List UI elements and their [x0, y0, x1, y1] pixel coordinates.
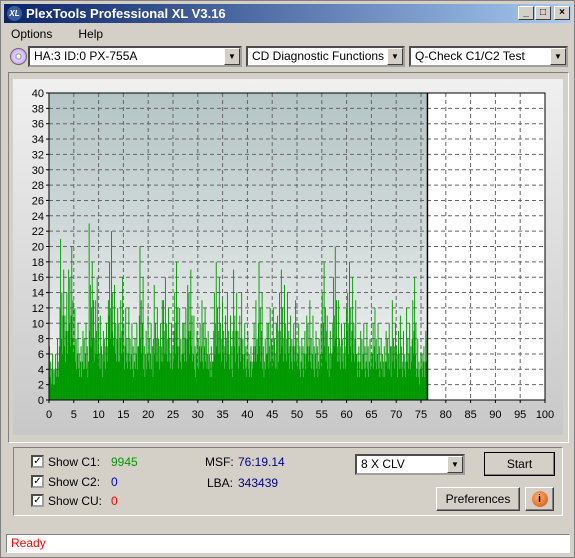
x-tick-label: 15 — [117, 409, 129, 421]
x-tick-label: 35 — [216, 409, 228, 421]
x-tick-label: 85 — [464, 409, 476, 421]
show-c2-label: Show C2: — [48, 475, 101, 489]
y-tick-label: 14 — [32, 288, 44, 300]
msf-label: MSF: — [205, 455, 234, 469]
y-tick-label: 28 — [32, 180, 44, 192]
msf-value: 76:19.14 — [238, 455, 285, 469]
show-c1-checkbox[interactable]: ✓ — [31, 455, 44, 468]
y-tick-label: 22 — [32, 226, 44, 238]
y-tick-label: 24 — [32, 211, 44, 223]
info-icon: i — [531, 491, 548, 507]
show-cu-checkbox[interactable]: ✓ — [31, 494, 44, 507]
lba-label: LBA: — [207, 476, 234, 490]
x-tick-label: 25 — [167, 409, 179, 421]
y-tick-label: 38 — [32, 103, 44, 115]
y-tick-label: 6 — [38, 349, 44, 361]
x-tick-label: 30 — [192, 409, 204, 421]
c1-count: 9945 — [111, 455, 138, 469]
show-c2-checkbox[interactable]: ✓ — [31, 475, 44, 488]
main-window: XL PlexTools Professional XL V3.16 _ □ ×… — [0, 0, 575, 558]
y-tick-label: 30 — [32, 165, 44, 177]
y-tick-label: 8 — [38, 334, 44, 346]
speed-select[interactable]: 8 X CLV ▼ — [355, 454, 465, 475]
chevron-down-icon[interactable]: ▼ — [447, 456, 463, 473]
y-tick-label: 32 — [32, 149, 44, 161]
y-tick-label: 26 — [32, 195, 44, 207]
y-tick-label: 12 — [32, 303, 44, 315]
y-tick-label: 36 — [32, 119, 44, 131]
y-tick-label: 20 — [32, 242, 44, 254]
cu-count: 0 — [111, 494, 118, 508]
c2-count: 0 — [111, 475, 118, 489]
show-c1-label: Show C1: — [48, 455, 101, 469]
x-tick-label: 45 — [266, 409, 278, 421]
speed-value: 8 X CLV — [361, 457, 405, 471]
y-tick-label: 40 — [32, 88, 44, 100]
x-tick-label: 100 — [536, 409, 554, 421]
x-tick-label: 60 — [340, 409, 352, 421]
x-tick-label: 20 — [142, 409, 154, 421]
x-tick-label: 95 — [514, 409, 526, 421]
x-tick-label: 10 — [92, 409, 104, 421]
y-tick-label: 16 — [32, 272, 44, 284]
y-tick-label: 4 — [38, 364, 44, 376]
x-tick-label: 5 — [71, 409, 77, 421]
show-cu-label: Show CU: — [48, 494, 103, 508]
x-tick-label: 65 — [365, 409, 377, 421]
y-tick-label: 34 — [32, 134, 44, 146]
x-tick-label: 80 — [440, 409, 452, 421]
x-tick-label: 90 — [489, 409, 501, 421]
x-tick-label: 55 — [316, 409, 328, 421]
lba-value: 343439 — [238, 476, 279, 490]
y-tick-label: 2 — [38, 380, 44, 392]
x-tick-label: 40 — [241, 409, 253, 421]
y-tick-label: 18 — [32, 257, 44, 269]
start-button[interactable]: Start — [484, 452, 555, 476]
y-tick-label: 10 — [32, 318, 44, 330]
x-tick-label: 75 — [415, 409, 427, 421]
preferences-button[interactable]: Preferences — [436, 487, 520, 511]
x-tick-label: 50 — [291, 409, 303, 421]
info-button[interactable]: i — [525, 487, 554, 511]
x-tick-label: 70 — [390, 409, 402, 421]
status-bar: Ready — [6, 534, 570, 553]
c1c2-chart: 02468101214161820222426283032343638400 5 1… — [32, 88, 554, 421]
x-tick-label: 0 — [46, 409, 52, 421]
y-tick-label: 0 — [38, 395, 44, 407]
